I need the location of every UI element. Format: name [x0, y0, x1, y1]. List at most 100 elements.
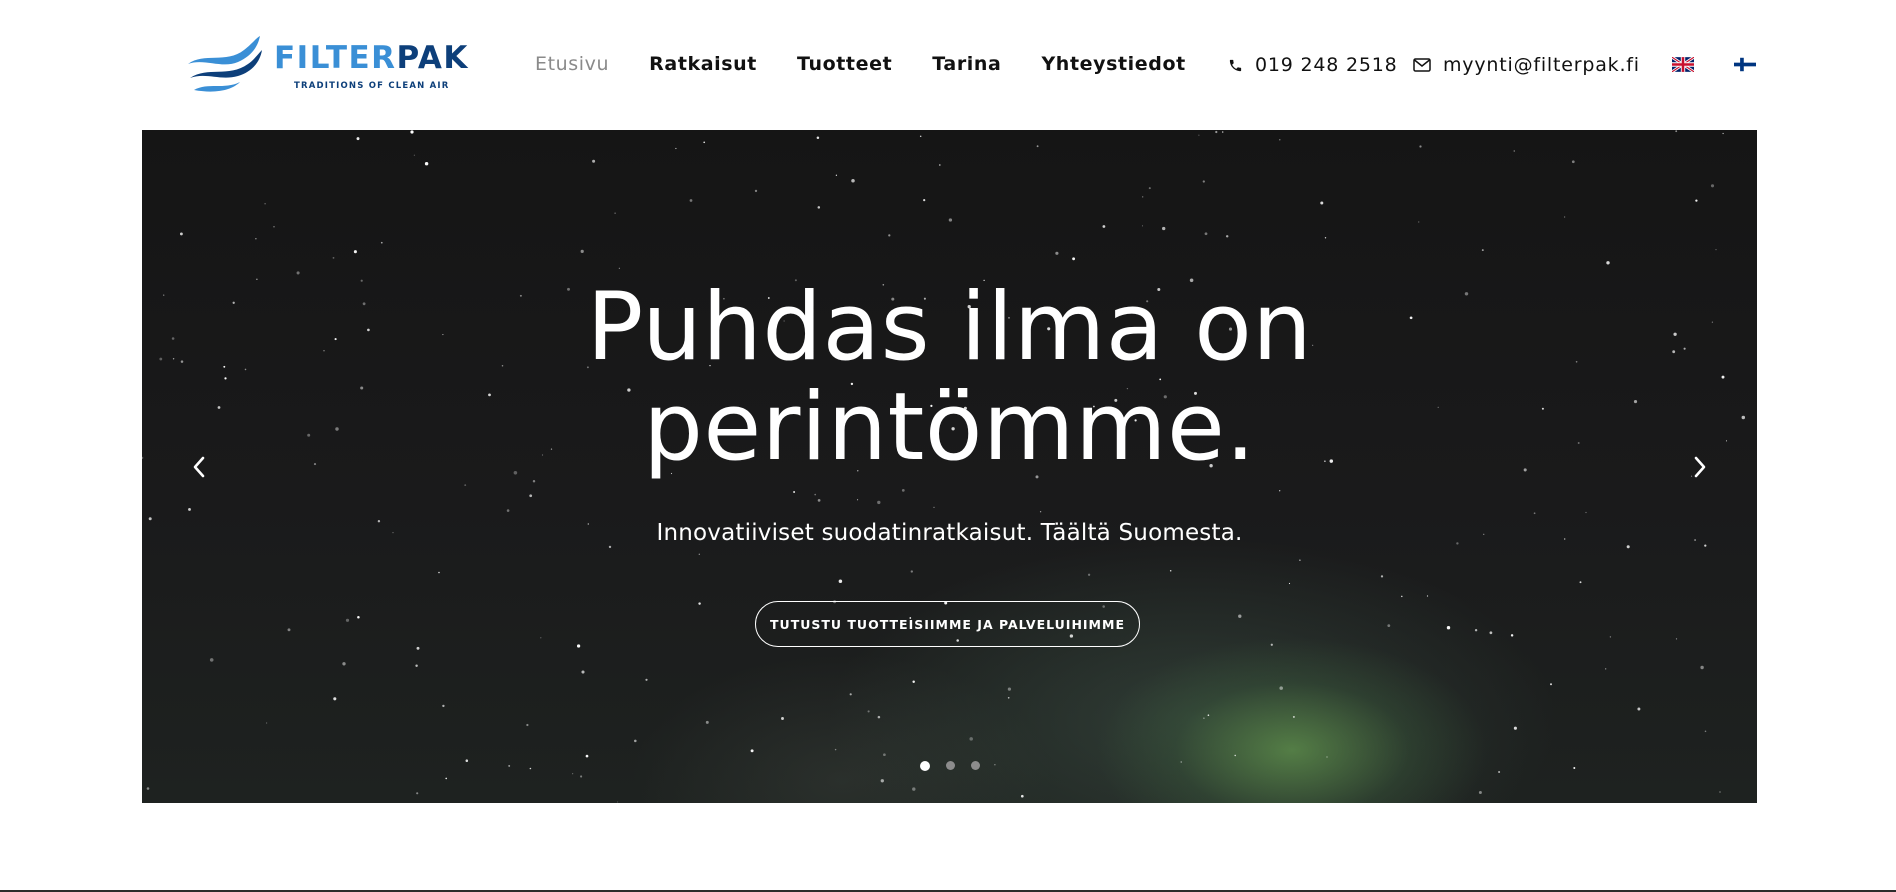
star-dot	[265, 722, 268, 724]
slider-dot-1[interactable]	[920, 761, 930, 771]
filterpak-logo[interactable]: FILTERPAK TRADITIONS OF CLEAN AIR	[186, 34, 467, 96]
star-dot	[464, 484, 467, 487]
star-dot	[793, 491, 796, 493]
star-dot	[1142, 196, 1144, 198]
star-dot	[592, 159, 596, 163]
star-dot	[581, 670, 585, 674]
hero-subtitle: Innovatiiviset suodatinratkaisut. Täältä…	[656, 520, 1243, 546]
finland-flag-icon[interactable]	[1734, 57, 1756, 72]
star-dot	[380, 241, 383, 244]
star-dot	[413, 154, 416, 156]
star-dot	[342, 662, 346, 666]
hero-title-line-2: perintömme.	[643, 373, 1256, 482]
star-dot	[1204, 232, 1208, 236]
star-dot	[255, 238, 257, 240]
star-dot	[1710, 184, 1715, 188]
slider-next-button[interactable]	[1688, 452, 1712, 482]
star-dot	[529, 494, 533, 498]
logo-tagline: TRADITIONS OF CLEAN AIR	[294, 81, 450, 91]
star-dot	[1704, 730, 1707, 733]
star-dot	[415, 664, 418, 667]
star-dot	[1203, 717, 1205, 719]
star-dot	[1533, 512, 1536, 515]
slider-dot-2[interactable]	[946, 761, 955, 770]
star-dot	[1606, 261, 1610, 265]
star-dot	[580, 249, 584, 253]
star-dot	[614, 212, 616, 214]
star-dot	[1419, 145, 1422, 148]
star-dot	[817, 206, 821, 209]
star-dot	[146, 787, 150, 790]
star-dot	[1299, 559, 1301, 562]
star-dot	[851, 179, 855, 183]
chevron-left-icon	[193, 456, 205, 478]
star-dot	[617, 801, 619, 803]
star-dot	[1279, 139, 1281, 141]
star-dot	[857, 499, 859, 501]
star-dot	[1036, 145, 1039, 148]
star-dot	[1055, 251, 1059, 255]
nav-item-etusivu[interactable]: Etusivu	[535, 50, 609, 78]
envelope-icon	[1413, 58, 1431, 72]
star-dot	[209, 658, 214, 662]
phone-link[interactable]: 019 248 2518	[1228, 51, 1398, 79]
uk-flag-icon[interactable]	[1672, 57, 1694, 72]
star-dot	[888, 234, 891, 237]
star-dot	[912, 787, 916, 791]
hero-title-line-1: Puhdas ilma on	[586, 273, 1313, 382]
star-dot	[424, 161, 429, 166]
star-dot	[333, 697, 337, 701]
star-dot	[948, 218, 953, 222]
star-dot	[1722, 132, 1724, 135]
star-dot	[1715, 248, 1717, 251]
star-dot	[703, 141, 706, 144]
star-dot	[1513, 150, 1515, 152]
slider-dot-3[interactable]	[971, 761, 980, 770]
star-dot	[1020, 794, 1024, 798]
nav-item-yhteystiedot[interactable]: Yhteystiedot	[1041, 50, 1185, 78]
star-dot	[1498, 770, 1501, 774]
phone-icon	[1228, 58, 1243, 73]
star-dot	[353, 250, 357, 254]
phone-number: 019 248 2518	[1255, 54, 1398, 76]
star-dot	[919, 135, 922, 138]
star-dot	[1387, 624, 1391, 627]
star-dot	[814, 493, 817, 496]
star-dot	[445, 777, 448, 780]
logo-wave-icon	[188, 36, 262, 92]
star-dot	[838, 579, 843, 584]
star-dot	[1380, 575, 1384, 578]
star-dot	[287, 628, 291, 632]
logo-wordmark: FILTERPAK	[274, 40, 469, 76]
star-dot	[179, 232, 183, 236]
star-dot	[529, 767, 532, 770]
star-dot	[508, 764, 511, 767]
star-dot	[1169, 569, 1172, 572]
star-dot	[1609, 636, 1612, 638]
star-dot	[938, 164, 941, 166]
star-dot	[1719, 791, 1721, 793]
star-dot	[698, 553, 700, 555]
email-link[interactable]: myynti@filterpak.fi	[1413, 51, 1640, 79]
star-dot	[264, 202, 266, 205]
star-dot	[1637, 707, 1641, 711]
star-dot	[1478, 791, 1482, 794]
explore-products-button[interactable]: TUTUSTU TUOTTEISIIMME JA PALVELUIHIMME	[755, 601, 1140, 647]
slider-pagination	[920, 761, 996, 771]
star-dot	[675, 147, 677, 150]
star-dot	[849, 693, 852, 696]
star-dot	[1072, 257, 1076, 261]
star-dot	[781, 717, 784, 720]
star-dot	[273, 226, 275, 228]
star-dot	[1221, 131, 1224, 133]
nav-item-ratkaisut[interactable]: Ratkaisut	[649, 50, 757, 78]
star-dot	[580, 775, 583, 778]
star-dot	[834, 748, 837, 751]
star-dot	[356, 137, 360, 141]
nav-item-tuotteet[interactable]: Tuotteet	[797, 50, 892, 78]
slider-prev-button[interactable]	[187, 452, 211, 482]
nav-item-tarina[interactable]: Tarina	[932, 50, 1001, 78]
star-dot	[877, 500, 881, 505]
star-dot	[1585, 511, 1587, 514]
star-dot	[1180, 761, 1182, 763]
